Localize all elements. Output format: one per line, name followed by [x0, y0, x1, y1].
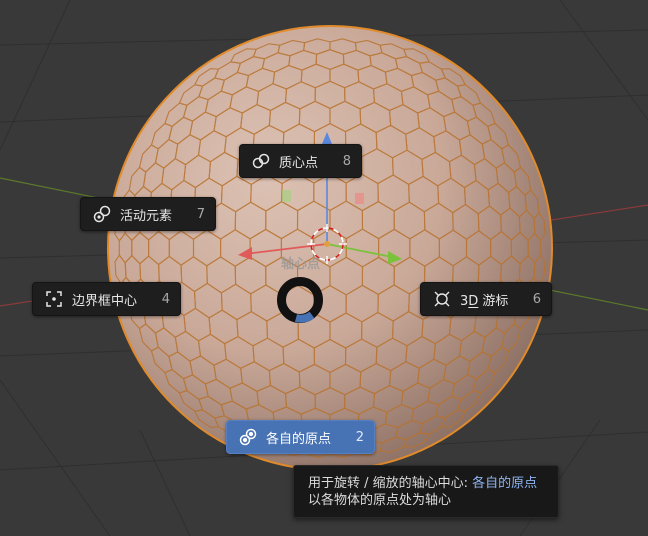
active-element-icon: [93, 205, 111, 223]
pie-item-bounding-box-center[interactable]: 边界框中心 4: [32, 282, 181, 316]
tooltip-value: 各自的原点: [472, 476, 538, 491]
tooltip-description: 以各物体的原点处为轴心: [308, 493, 452, 508]
median-point-icon: [252, 152, 270, 170]
shortcut-key: 7: [196, 206, 205, 222]
shortcut-key: 8: [342, 153, 351, 169]
shortcut-key: 2: [355, 429, 364, 445]
pie-item-individual-origins[interactable]: 各自的原点 2: [226, 420, 375, 454]
individual-origins-icon: [239, 428, 257, 446]
shortcut-key: 4: [161, 291, 170, 307]
pivot-point-label: 轴心点: [281, 257, 321, 272]
pie-item-label: 边界框中心: [72, 293, 138, 309]
pie-item-median-point[interactable]: 质心点 8: [239, 144, 362, 178]
sphere-object[interactable]: [107, 25, 553, 471]
pie-item-label: 各自的原点: [266, 431, 332, 447]
tooltip: 用于旋转 / 缩放的轴心中心: 各自的原点 以各物体的原点处为轴心: [293, 465, 559, 518]
pie-item-active-element[interactable]: 活动元素 7: [80, 197, 216, 231]
pie-item-label: 3D 游标: [460, 293, 509, 309]
shortcut-key: 6: [532, 291, 541, 307]
3d-viewport[interactable]: [0, 0, 648, 536]
3d-cursor-icon: [433, 290, 451, 308]
tooltip-title-line: 用于旋转 / 缩放的轴心中心: 各自的原点: [308, 475, 544, 492]
pie-item-3d-cursor[interactable]: 3D 游标 6: [420, 282, 552, 316]
bounding-box-center-icon: [45, 290, 63, 308]
tooltip-title: 用于旋转 / 缩放的轴心中心:: [308, 476, 469, 491]
pie-item-label: 质心点: [279, 155, 319, 171]
pie-item-label: 活动元素: [120, 208, 173, 224]
